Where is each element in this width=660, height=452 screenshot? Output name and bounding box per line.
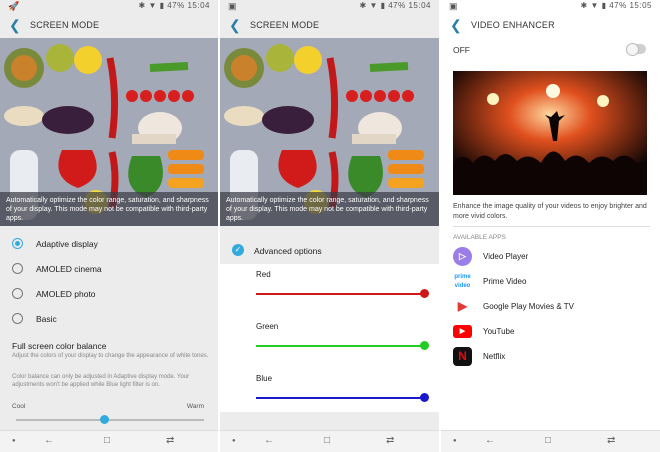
blue-slider-label: Blue — [256, 374, 273, 383]
battery-percent: 47% — [167, 1, 185, 10]
back-arrow-icon[interactable]: ❮ — [450, 17, 462, 34]
play-movies-icon: ▶ — [453, 297, 472, 316]
cool-label: Cool — [12, 403, 26, 410]
color-balance-title: Full screen color balance — [12, 341, 107, 351]
recents-nav-icon[interactable]: ⇄ — [607, 435, 615, 446]
back-arrow-icon[interactable]: ❮ — [9, 17, 21, 34]
clock: 15:05 — [629, 1, 652, 10]
page-title: SCREEN MODE — [30, 20, 100, 30]
page-title: VIDEO ENHANCER — [471, 20, 555, 30]
green-slider-label: Green — [256, 322, 279, 331]
color-balance-note: Color balance can only be adjusted in Ad… — [12, 374, 190, 388]
warm-label: Warm — [186, 403, 204, 410]
vegetables-photo: Automatically optimize the color range, … — [220, 38, 439, 226]
battery-percent: 47% — [609, 1, 627, 10]
rgb-sliders-card: Red Green Blue — [220, 264, 439, 412]
app-prime-video[interactable]: prime video Prime Video — [441, 269, 660, 294]
netflix-icon: N — [453, 347, 472, 366]
rocket-notification-icon: 🚀 — [8, 1, 20, 11]
app-name: Video Player — [483, 252, 529, 261]
app-youtube[interactable]: ▶ YouTube — [441, 319, 660, 344]
home-nav-icon[interactable]: □ — [545, 435, 551, 446]
status-bar: 🚀 ✱ ▼ ▮ 47% 15:04 — [0, 0, 218, 12]
red-slider-thumb[interactable] — [419, 289, 429, 298]
home-nav-icon[interactable]: □ — [104, 435, 110, 446]
available-apps-header: AVAILABLE APPS — [453, 234, 506, 241]
option-label: AMOLED photo — [36, 289, 96, 299]
option-label: AMOLED cinema — [36, 264, 102, 274]
status-icons: ✱ ▼ ▮ 47% 15:04 — [359, 1, 431, 10]
app-video-player[interactable]: ▷ Video Player — [441, 244, 660, 269]
screen-mode-description: Automatically optimize the color range, … — [220, 192, 439, 226]
status-bar: ▣ ✱ ▼ ▮ 47% 15:04 — [220, 0, 439, 12]
option-label: Basic — [36, 314, 57, 324]
page-title: SCREEN MODE — [250, 20, 320, 30]
screen-mode-description: Automatically optimize the color range, … — [0, 192, 218, 226]
app-name: Prime Video — [483, 277, 527, 286]
option-label: Adaptive display — [36, 239, 98, 249]
app-google-play-movies[interactable]: ▶ Google Play Movies & TV — [441, 294, 660, 319]
navigation-bar: ● ← □ ⇄ — [0, 430, 218, 452]
prime-video-icon: prime video — [453, 272, 472, 291]
navigation-bar: ● ← □ ⇄ — [441, 430, 660, 452]
clock: 15:04 — [408, 1, 431, 10]
app-bar: ❮ VIDEO ENHANCER — [441, 12, 660, 38]
radio-selected-icon — [12, 238, 23, 249]
blue-slider[interactable] — [256, 397, 424, 399]
dot-icon: ● — [232, 438, 236, 444]
green-slider[interactable] — [256, 345, 424, 347]
status-icons: ✱ ▼ ▮ 47% 15:04 — [138, 1, 210, 10]
screen-mode-panel: 🚀 ✱ ▼ ▮ 47% 15:04 ❮ SCREEN MODE Automati… — [0, 0, 218, 452]
option-basic[interactable]: Basic — [0, 307, 218, 332]
option-adaptive-display[interactable]: Adaptive display — [0, 232, 218, 257]
red-slider-label: Red — [256, 270, 271, 279]
advanced-options-panel: ▣ ✱ ▼ ▮ 47% 15:04 ❮ SCREEN MODE Automati… — [220, 0, 439, 452]
option-amoled-photo[interactable]: AMOLED photo — [0, 282, 218, 307]
red-slider[interactable] — [256, 293, 424, 295]
battery-percent: 47% — [388, 1, 406, 10]
color-balance-description: Adjust the colors of your display to cha… — [12, 353, 209, 359]
video-enhancer-panel: ▣ ✱ ▼ ▮ 47% 15:05 ❮ VIDEO ENHANCER OFF E… — [441, 0, 660, 452]
navigation-bar: ● ← □ ⇄ — [220, 430, 439, 452]
video-enhancer-toggle[interactable] — [626, 43, 646, 56]
app-name: Netflix — [483, 352, 506, 361]
vegetables-photo: Automatically optimize the color range, … — [0, 38, 218, 226]
app-name: YouTube — [483, 327, 515, 336]
back-arrow-icon[interactable]: ❮ — [229, 17, 241, 34]
advanced-options-label[interactable]: Advanced options — [254, 246, 322, 256]
back-nav-icon[interactable]: ← — [485, 435, 495, 446]
status-bar: ▣ ✱ ▼ ▮ 47% 15:05 — [441, 0, 660, 12]
youtube-icon: ▶ — [453, 325, 472, 338]
status-icons: ✱ ▼ ▮ 47% 15:05 — [580, 1, 652, 10]
clock: 15:04 — [187, 1, 210, 10]
divider — [453, 226, 650, 227]
app-name: Google Play Movies & TV — [483, 302, 575, 311]
radio-unselected-icon — [12, 288, 23, 299]
home-nav-icon[interactable]: □ — [324, 435, 330, 446]
back-nav-icon[interactable]: ← — [44, 435, 54, 446]
color-balance-thumb[interactable] — [99, 415, 109, 424]
video-player-icon: ▷ — [453, 247, 472, 266]
video-enhancer-description: Enhance the image quality of your videos… — [453, 203, 647, 220]
green-slider-thumb[interactable] — [419, 341, 429, 350]
app-bar: ❮ SCREEN MODE — [220, 12, 439, 38]
dot-icon: ● — [12, 438, 16, 444]
option-amoled-cinema[interactable]: AMOLED cinema — [0, 257, 218, 282]
concert-illustration — [453, 71, 647, 195]
color-balance-slider[interactable] — [16, 419, 204, 421]
blue-slider-thumb[interactable] — [419, 393, 429, 402]
image-notification-icon: ▣ — [228, 1, 237, 11]
back-nav-icon[interactable]: ← — [264, 435, 274, 446]
toggle-label: OFF — [453, 45, 470, 55]
recents-nav-icon[interactable]: ⇄ — [386, 435, 394, 446]
app-bar: ❮ SCREEN MODE — [0, 12, 218, 38]
image-notification-icon: ▣ — [449, 1, 458, 11]
concert-photo — [453, 71, 647, 195]
dot-icon: ● — [453, 438, 457, 444]
radio-unselected-icon — [12, 313, 23, 324]
recents-nav-icon[interactable]: ⇄ — [166, 435, 174, 446]
checkmark-icon[interactable]: ✓ — [232, 244, 244, 256]
radio-unselected-icon — [12, 263, 23, 274]
app-netflix[interactable]: N Netflix — [441, 344, 660, 369]
